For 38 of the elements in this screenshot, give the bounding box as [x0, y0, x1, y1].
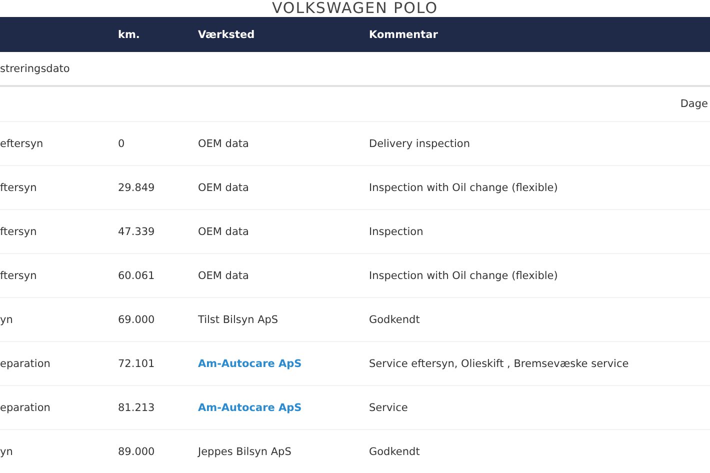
table-cell: Delivery inspection [369, 138, 470, 150]
table-cell: 60.061 [118, 270, 155, 282]
table-cell: eparation [0, 402, 50, 414]
table-cell: Service [369, 402, 408, 414]
table-cell: OEM data [198, 182, 249, 194]
workshop-link[interactable]: Am-Autocare ApS [198, 358, 302, 370]
column-header: Kommentar [369, 28, 439, 40]
table-cell: eftersyn [0, 138, 44, 150]
table-cell: 81.213 [118, 402, 155, 414]
column-header: km. [118, 28, 141, 40]
table-cell: 0 [118, 138, 125, 150]
table-cell: 47.339 [118, 226, 155, 238]
table-cell: Godkendt [369, 446, 420, 458]
table-cell: OEM data [198, 138, 249, 150]
table-cell: Inspection [369, 226, 424, 238]
table-cell: eparation [0, 358, 50, 370]
table-cell: OEM data [198, 226, 249, 238]
table-cell: ftersyn [0, 226, 37, 238]
column-header: Værksted [198, 28, 256, 40]
table-cell: Godkendt [369, 314, 420, 326]
column-label: Dage [680, 98, 708, 110]
table-cell: Jeppes Bilsyn ApS [198, 446, 292, 458]
table-cell: Inspection with Oil change (flexible) [369, 182, 558, 194]
table-cell: ftersyn [0, 270, 37, 282]
table-cell: 29.849 [118, 182, 155, 194]
table-cell: 89.000 [118, 446, 155, 458]
workshop-link[interactable]: Am-Autocare ApS [198, 402, 302, 414]
table-cell: Service eftersyn, Olieskift , Bremsevæske service [369, 358, 629, 370]
table-cell: Tilst Bilsyn ApS [198, 314, 278, 326]
page-title: VOLKSWAGEN POLO [270, 0, 440, 17]
table-cell: 69.000 [118, 314, 155, 326]
table-cell: yn [0, 314, 13, 326]
table-cell: OEM data [198, 270, 249, 282]
table-cell: streringsdato [0, 62, 70, 74]
table-cell: 72.101 [118, 358, 155, 370]
table-cell: ftersyn [0, 182, 37, 194]
table-cell: yn [0, 446, 13, 458]
table-cell: Inspection with Oil change (flexible) [369, 270, 558, 282]
